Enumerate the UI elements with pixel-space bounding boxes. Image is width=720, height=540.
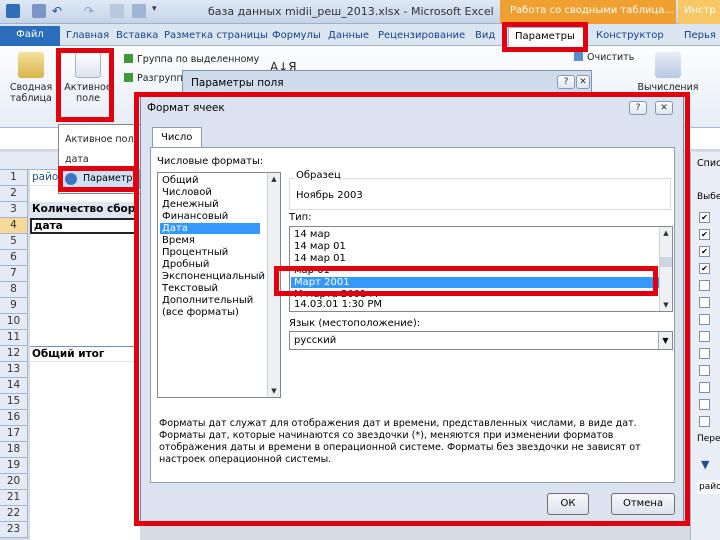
- row-header[interactable]: 17: [0, 426, 28, 442]
- row-header[interactable]: 10: [0, 314, 28, 330]
- active-field-title: Активное поле:: [65, 134, 143, 145]
- tab-formulas[interactable]: Формулы: [272, 27, 321, 46]
- tools-context-group: Инстр: [678, 0, 720, 24]
- title-bar: ↶ ↷ ▾ база данных midii_реш_2013.xlsx - …: [0, 0, 720, 24]
- field-checkbox[interactable]: [699, 382, 710, 393]
- pivot-field-list-panel: Спис Выбе ✔ ✔ ✔ ✔ Пере обла ▼ райо: [690, 152, 720, 540]
- field-list-header: Спис: [697, 158, 720, 169]
- field-checkbox[interactable]: [699, 365, 710, 376]
- ribbon-tabs: Файл Главная Вставка Разметка страницы Ф…: [0, 24, 720, 46]
- field-checkbox-checked[interactable]: ✔: [699, 263, 710, 274]
- cell-a4[interactable]: дата: [30, 218, 136, 234]
- field-params-title: Параметры поля: [191, 77, 284, 89]
- row-header[interactable]: 9: [0, 298, 28, 314]
- field-checkbox[interactable]: [699, 280, 710, 291]
- row-header[interactable]: 21: [0, 490, 28, 506]
- area-item[interactable]: райо: [697, 480, 720, 494]
- tab-insert[interactable]: Вставка: [116, 27, 158, 46]
- row-header[interactable]: 19: [0, 458, 28, 474]
- pivot-table-icon: [18, 52, 44, 78]
- row-header[interactable]: 14: [0, 378, 28, 394]
- highlight-params-menu: [58, 166, 138, 192]
- row-header[interactable]: 22: [0, 506, 28, 522]
- excel-logo-icon: [6, 4, 20, 18]
- row-header[interactable]: 1: [0, 170, 28, 186]
- highlight-active-field: [56, 48, 114, 122]
- row-header[interactable]: 6: [0, 250, 28, 266]
- tab-design[interactable]: Конструктор: [596, 27, 664, 46]
- group-selection-label: Группа по выделенному: [137, 54, 260, 65]
- row-header[interactable]: 5: [0, 234, 28, 250]
- clear-label: Очистить: [587, 52, 635, 63]
- tab-review[interactable]: Рецензирование: [378, 27, 465, 46]
- row-header[interactable]: 8: [0, 282, 28, 298]
- tab-view[interactable]: Вид: [475, 27, 495, 46]
- row-header[interactable]: 13: [0, 362, 28, 378]
- pivot-table-button[interactable]: Сводная таблица: [6, 52, 56, 104]
- row-header[interactable]: 7: [0, 266, 28, 282]
- field-checkbox[interactable]: [699, 331, 710, 342]
- move-fields-label: Пере обла: [697, 434, 720, 444]
- active-field-value[interactable]: дата: [65, 154, 89, 165]
- field-checkbox[interactable]: [699, 416, 710, 427]
- highlight-selected-type: [274, 266, 658, 296]
- row-header[interactable]: 15: [0, 394, 28, 410]
- row-header-selected[interactable]: 4: [0, 218, 28, 234]
- quick-access-dropdown-icon[interactable]: ▾: [152, 4, 166, 18]
- highlight-format-dialog: [134, 92, 690, 526]
- row-headers: 1 2 3 4 5 6 7 8 9 10 11 12 13 14 15 16 1…: [0, 170, 30, 540]
- field-checkbox-checked[interactable]: ✔: [699, 229, 710, 240]
- window-title: база данных midii_реш_2013.xlsx - Micros…: [208, 5, 494, 18]
- close-icon[interactable]: ✕: [576, 75, 590, 89]
- help-icon[interactable]: ?: [557, 75, 575, 89]
- calculations-icon: [655, 52, 681, 78]
- undo-icon[interactable]: ↶: [52, 4, 66, 18]
- group-selection-button[interactable]: Группа по выделенному: [124, 54, 259, 65]
- field-checkbox[interactable]: [699, 314, 710, 325]
- row-header[interactable]: 16: [0, 410, 28, 426]
- clear-button[interactable]: Очистить: [574, 52, 634, 63]
- preview-icon[interactable]: [132, 4, 146, 18]
- cell-a12[interactable]: Общий итог: [30, 346, 136, 362]
- tab-page-layout[interactable]: Разметка страницы: [164, 27, 268, 46]
- field-checkbox-checked[interactable]: ✔: [699, 212, 710, 223]
- cell-a3[interactable]: Количество сбора: [30, 202, 136, 218]
- calculations-button[interactable]: Вычисления: [636, 52, 700, 93]
- tab-pen[interactable]: Перья: [684, 27, 716, 46]
- field-checkbox[interactable]: [699, 348, 710, 359]
- row-header[interactable]: 11: [0, 330, 28, 346]
- redo-icon[interactable]: ↷: [84, 4, 98, 18]
- pivot-tools-context-group: Работа со сводными таблица...: [500, 0, 676, 24]
- choose-fields-label: Выбе: [697, 192, 720, 202]
- highlight-options-tab: [502, 22, 588, 52]
- tab-home[interactable]: Главная: [66, 27, 109, 46]
- save-icon[interactable]: [32, 4, 46, 18]
- ungroup-arrow-icon: [124, 73, 133, 82]
- group-arrow-icon: [124, 54, 133, 63]
- row-header[interactable]: 23: [0, 522, 28, 538]
- field-checkbox[interactable]: [699, 297, 710, 308]
- row-header[interactable]: 12: [0, 346, 28, 362]
- print-icon[interactable]: [110, 4, 124, 18]
- row-header[interactable]: 2: [0, 186, 28, 202]
- row-header[interactable]: 3: [0, 202, 28, 218]
- tab-file[interactable]: Файл: [0, 26, 60, 46]
- pivot-table-label: Сводная таблица: [9, 82, 53, 104]
- field-checkbox-checked[interactable]: ✔: [699, 246, 710, 257]
- filter-icon: ▼: [701, 458, 710, 471]
- tab-data[interactable]: Данные: [328, 27, 369, 46]
- row-header[interactable]: 20: [0, 474, 28, 490]
- clear-icon: [574, 52, 583, 61]
- row-header[interactable]: 18: [0, 442, 28, 458]
- field-checkbox[interactable]: [699, 399, 710, 410]
